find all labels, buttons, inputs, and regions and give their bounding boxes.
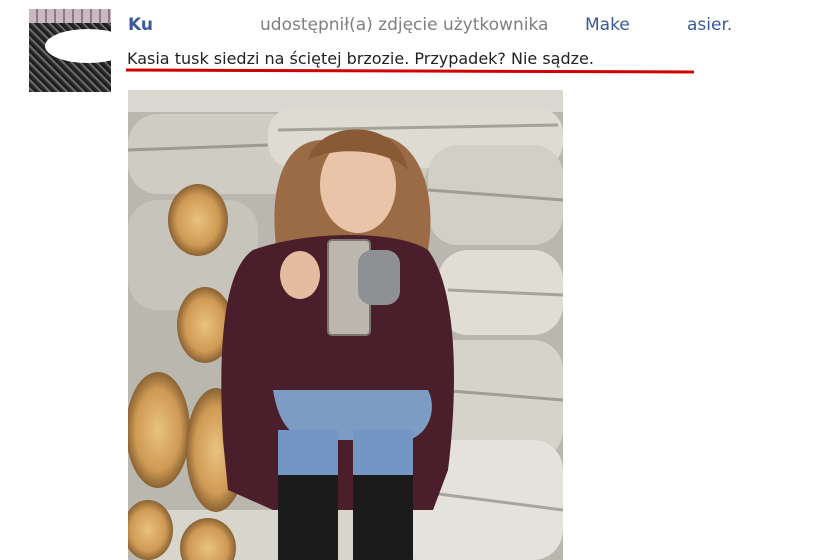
photo-illustration	[128, 90, 563, 560]
avatar-roofs	[29, 9, 111, 23]
avatar-redaction	[45, 29, 111, 63]
post-header: Ku udostępnił(a) zdjęcie użytkownika Mak…	[128, 13, 828, 39]
photo-owner-link-first[interactable]: Make	[585, 13, 630, 37]
shared-photo[interactable]	[128, 90, 563, 560]
author-name-link[interactable]: Ku	[128, 13, 153, 37]
shared-action-text: udostępnił(a) zdjęcie użytkownika	[260, 15, 549, 35]
red-underline-mark	[126, 68, 694, 74]
photo-owner-link-last[interactable]: asier.	[687, 13, 732, 37]
author-avatar[interactable]	[29, 9, 111, 92]
